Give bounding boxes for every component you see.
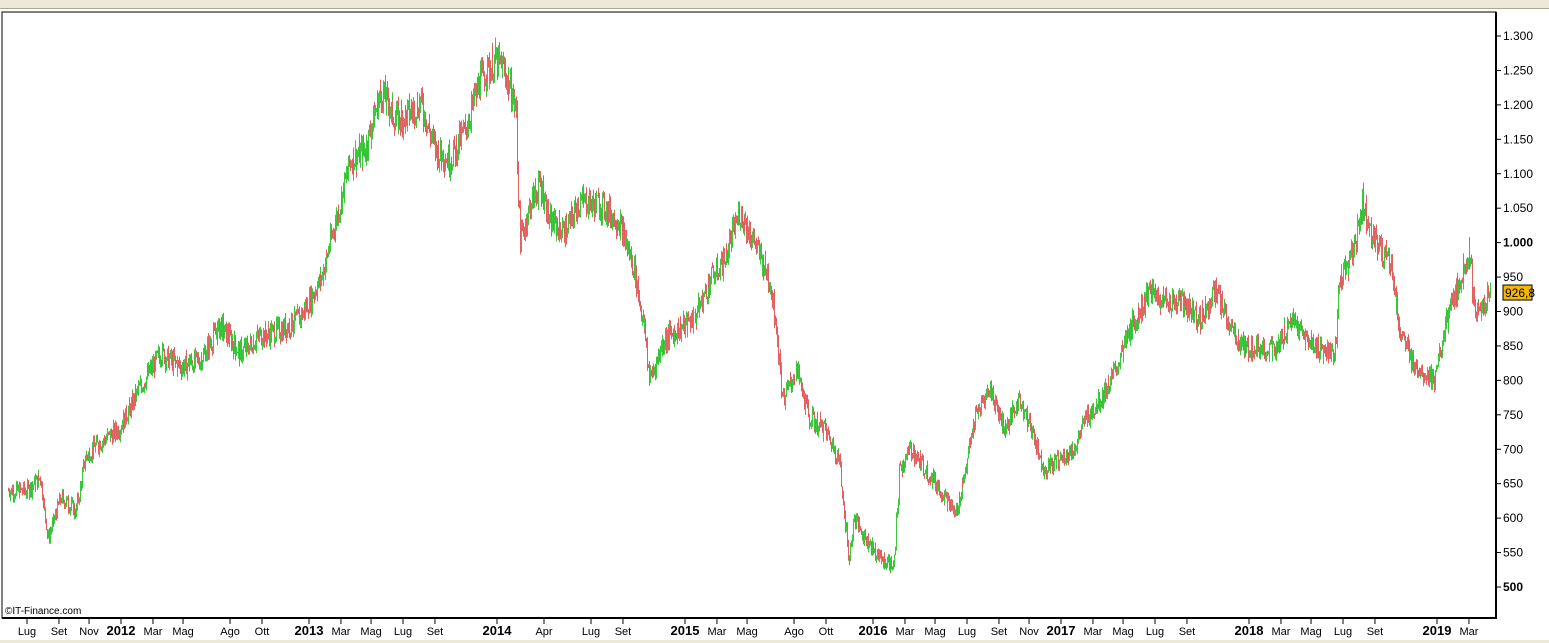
x-tick-label: Mar xyxy=(707,626,726,638)
x-axis: Lug Set Nov 2012 Mar Mag Ago Ott 2013 Mar Mag Lug Se… xyxy=(18,618,1479,638)
x-tick-label: Apr xyxy=(535,626,552,638)
x-tick-label: Lug xyxy=(18,626,36,638)
y-tick-label: 750 xyxy=(1503,408,1523,422)
y-tick-label: 1.050 xyxy=(1503,201,1533,215)
y-tick-label: 1.150 xyxy=(1503,132,1533,146)
y-tick-label: 900 xyxy=(1503,305,1523,319)
x-tick-label: Set xyxy=(1179,626,1196,638)
x-tick-label: Lug xyxy=(394,626,412,638)
plot-area xyxy=(1,11,1497,619)
last-price-badge: 926,8 xyxy=(1502,284,1535,301)
last-price-label: 926,8 xyxy=(1505,286,1535,300)
x-tick-label: Mar xyxy=(1459,626,1478,638)
x-tick-label: Mag xyxy=(1300,626,1321,638)
y-tick-label: 600 xyxy=(1503,511,1523,525)
x-tick-label: Mag xyxy=(736,626,757,638)
y-tick-label: 1.250 xyxy=(1503,63,1533,77)
x-tick-label: 2012 xyxy=(107,623,136,638)
x-tick-label: Lug xyxy=(1334,626,1352,638)
x-tick-label: Mar xyxy=(895,626,914,638)
x-tick-label: Mag xyxy=(924,626,945,638)
price-chart: 1.300 1.250 1.200 1.150 1.100 1.050 1.000 950 90… xyxy=(1,11,1535,638)
x-tick-label: Set xyxy=(615,626,632,638)
x-tick-label: Ago xyxy=(784,626,804,638)
x-tick-label: 2019 xyxy=(1423,623,1452,638)
x-tick-label: 2016 xyxy=(859,623,888,638)
y-tick-label: 650 xyxy=(1503,477,1523,491)
y-tick-label: 500 xyxy=(1503,580,1523,594)
x-tick-label: Mag xyxy=(1112,626,1133,638)
x-tick-label: Set xyxy=(51,626,68,638)
x-tick-label: Ott xyxy=(255,626,270,638)
x-tick-label: 2015 xyxy=(671,623,700,638)
x-tick-label: Lug xyxy=(582,626,600,638)
x-tick-label: Set xyxy=(427,626,444,638)
y-tick-label: 800 xyxy=(1503,373,1523,387)
x-tick-label: 2018 xyxy=(1235,623,1264,638)
x-tick-label: Mar xyxy=(1083,626,1102,638)
x-tick-label: Nov xyxy=(79,626,99,638)
x-tick-label: 2014 xyxy=(483,623,513,638)
x-tick-label: Lug xyxy=(1146,626,1164,638)
x-tick-label: Set xyxy=(1367,626,1384,638)
x-tick-label: Mag xyxy=(360,626,381,638)
y-tick-label: 1.100 xyxy=(1503,167,1533,181)
y-tick-label: 850 xyxy=(1503,339,1523,353)
y-tick-label: 1.000 xyxy=(1503,236,1533,250)
x-tick-label: Set xyxy=(991,626,1008,638)
watermark: ©IT-Finance.com xyxy=(5,606,81,617)
y-axis: 1.300 1.250 1.200 1.150 1.100 1.050 1.000 950 90… xyxy=(1496,29,1533,594)
x-tick-label: Mar xyxy=(1271,626,1290,638)
y-tick-label: 1.300 xyxy=(1503,29,1533,43)
x-tick-label: Ott xyxy=(819,626,834,638)
x-tick-label: Lug xyxy=(958,626,976,638)
x-tick-label: Mag xyxy=(172,626,193,638)
x-tick-label: Mar xyxy=(331,626,350,638)
x-tick-label: Nov xyxy=(1019,626,1039,638)
x-tick-label: 2013 xyxy=(295,623,324,638)
x-tick-label: 2017 xyxy=(1047,623,1076,638)
y-tick-label: 950 xyxy=(1503,270,1523,284)
x-tick-label: Ago xyxy=(220,626,240,638)
y-tick-label: 550 xyxy=(1503,546,1523,560)
y-tick-label: 1.200 xyxy=(1503,98,1533,112)
x-tick-label: Mar xyxy=(143,626,162,638)
y-tick-label: 700 xyxy=(1503,442,1523,456)
